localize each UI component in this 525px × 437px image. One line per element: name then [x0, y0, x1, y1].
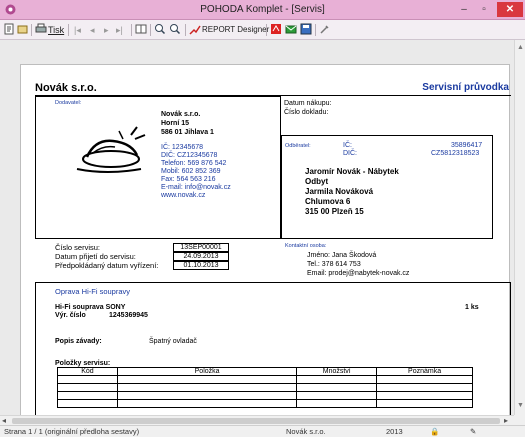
zoom-out-icon[interactable]: [169, 23, 181, 37]
status-company: Novák s.r.o.: [286, 427, 326, 436]
service-number-label: Číslo servisu:: [55, 243, 101, 252]
column-item: Položka: [116, 367, 298, 376]
first-page-icon[interactable]: |◂: [74, 23, 81, 37]
customer-street: Chlumova 6: [305, 197, 351, 206]
customer-person: Jarmila Nováková: [305, 187, 374, 196]
horizontal-scrollbar[interactable]: ◂ ▸: [0, 415, 514, 425]
supplier-phone: Telefon: 569 876 542: [161, 160, 227, 167]
customer-ic: 35896417: [451, 142, 483, 149]
window-title: POHODA Komplet - [Servis]: [200, 4, 325, 15]
last-page-icon[interactable]: ▸|: [116, 23, 123, 37]
table-row: [57, 383, 473, 392]
pen-icon: ✎: [470, 427, 477, 436]
supplier-mobile: Mobil: 602 852 369: [161, 168, 221, 175]
received-date-label: Datum přijetí do servisu:: [55, 252, 136, 261]
customer-ic-label: IČ:: [343, 142, 352, 149]
table-header-row: Kód Položka Množství Poznámka: [57, 367, 473, 376]
previous-page-icon[interactable]: ◂: [90, 23, 95, 37]
supplier-street: Horní 15: [161, 120, 190, 127]
customer-dic-label: DIČ:: [343, 150, 357, 157]
settings-icon[interactable]: [319, 23, 331, 37]
customer-dept: Odbyt: [305, 177, 329, 186]
serial-label: Výr. číslo: [55, 312, 86, 319]
supplier-name: Novák s.r.o.: [161, 111, 201, 118]
export-icon[interactable]: [4, 23, 15, 37]
minimize-button[interactable]: –: [455, 2, 473, 17]
supplier-label: Dodavatel:: [55, 100, 82, 106]
purchase-date-label: Datum nákupu:: [284, 100, 332, 107]
status-page: Strana 1 / 1 (originální předloha sestav…: [4, 427, 140, 436]
column-quantity: Množství: [296, 367, 378, 376]
repair-title: Oprava Hi-Fi soupravy: [55, 287, 131, 296]
supplier-box: [35, 96, 281, 239]
expected-date: 01.10.2013: [173, 261, 229, 270]
next-page-icon[interactable]: ▸: [104, 23, 109, 37]
horizontal-scroll-thumb[interactable]: [12, 418, 500, 424]
status-bar: Strana 1 / 1 (originální předloha sestav…: [0, 425, 525, 437]
service-logo-icon: [76, 126, 146, 173]
defect-label: Popis závady:: [55, 338, 102, 345]
open-icon[interactable]: [17, 23, 28, 37]
document-title: Servisní průvodka: [422, 82, 509, 93]
customer-label: Odběratel:: [285, 143, 311, 149]
column-note: Poznámka: [376, 367, 473, 376]
scroll-up-icon[interactable]: ▲: [517, 44, 524, 51]
contact-email: Email: prodej@nabytek-novak.cz: [307, 270, 410, 277]
supplier-fax: Fax: 564 563 216: [161, 176, 216, 183]
customer-name: Jaromír Novák - Nábytek: [305, 167, 399, 176]
received-date: 24.09.2013: [173, 252, 229, 261]
report-designer-button[interactable]: REPORT Designer: [202, 23, 269, 37]
supplier-dic: DIČ: CZ12345678: [161, 152, 218, 159]
supplier-ic: IČ: 12345678: [161, 144, 204, 151]
column-code: Kód: [57, 367, 118, 376]
serial-number: 1245369945: [109, 312, 148, 319]
item-name: Hi-Fi souprava SONY: [55, 304, 126, 311]
supplier-city: 586 01 Jihlava 1: [161, 129, 214, 136]
item-quantity: 1 ks: [465, 304, 479, 311]
lock-icon: 🔒: [430, 427, 440, 436]
contact-phone: Tel.: 378 614 753: [307, 261, 361, 268]
supplier-email: E-mail: info@novak.cz: [161, 184, 231, 191]
customer-dic: CZ5812318523: [431, 150, 480, 157]
vertical-scrollbar[interactable]: ▲ ▼: [514, 40, 525, 415]
table-row: [57, 375, 473, 384]
receipt-no-label: Číslo dokladu:: [284, 109, 329, 116]
scroll-left-icon[interactable]: ◂: [2, 416, 6, 425]
scroll-right-icon[interactable]: ▸: [504, 416, 508, 425]
contact-name: Jméno: Jana Škodová: [307, 252, 377, 259]
close-button[interactable]: ✕: [497, 2, 523, 17]
printer-icon[interactable]: [35, 23, 47, 37]
table-row: [57, 391, 473, 400]
toolbar: Tisk |◂ ◂ ▸ ▸| REPORT Designer: [0, 20, 525, 40]
page-view-icon[interactable]: [135, 23, 147, 37]
scroll-down-icon[interactable]: ▼: [517, 402, 524, 409]
table-row: [57, 399, 473, 408]
expected-date-label: Předpokládaný datum vyřízení:: [55, 261, 159, 270]
zoom-in-icon[interactable]: [154, 23, 166, 37]
report-page: Novák s.r.o. Servisní průvodka Dodavatel…: [20, 64, 511, 415]
save-icon[interactable]: [300, 23, 312, 37]
supplier-web: www.novak.cz: [161, 192, 206, 199]
defect-description: Špatný ovladač: [149, 338, 197, 345]
email-icon[interactable]: [285, 23, 297, 37]
document-viewer[interactable]: Novák s.r.o. Servisní průvodka Dodavatel…: [0, 40, 514, 415]
company-heading: Novák s.r.o.: [35, 82, 97, 94]
pdf-icon[interactable]: [270, 23, 282, 37]
report-designer-icon[interactable]: [189, 23, 201, 37]
service-number: 13SEP00001: [173, 243, 229, 252]
service-items-table: Kód Položka Množství Poznámka: [57, 367, 473, 408]
contact-label: Kontaktní osoba:: [285, 243, 327, 249]
status-year: 2013: [386, 427, 403, 436]
title-bar: POHODA Komplet - [Servis] – ▫ ✕: [0, 0, 525, 20]
print-button[interactable]: Tisk: [48, 23, 64, 37]
items-label: Položky servisu:: [55, 360, 111, 367]
maximize-button[interactable]: ▫: [475, 2, 493, 17]
customer-city: 315 00 Plzeň 15: [305, 207, 364, 216]
